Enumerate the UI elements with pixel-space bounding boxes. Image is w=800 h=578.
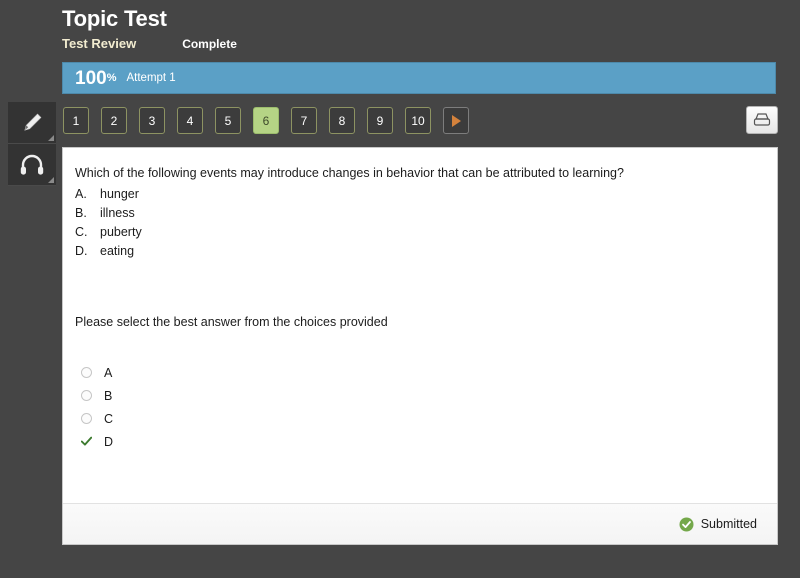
answer-row-d[interactable]: D	[81, 430, 765, 453]
score-percent: 100%	[75, 68, 116, 89]
question-button-4[interactable]: 4	[177, 107, 203, 134]
choice-c-label: C.	[75, 225, 88, 239]
headphones-icon	[20, 154, 44, 175]
radio-c[interactable]	[81, 413, 92, 424]
question-card: Which of the following events may introd…	[62, 147, 778, 545]
choice-a-label: A.	[75, 187, 87, 201]
question-button-10[interactable]: 10	[405, 107, 431, 134]
answer-row-b[interactable]: B	[81, 384, 765, 407]
radio-b[interactable]	[81, 390, 92, 401]
choice-a: A. hunger	[75, 185, 765, 204]
audio-tool[interactable]	[8, 144, 56, 186]
answer-row-c[interactable]: C	[81, 407, 765, 430]
question-stem: Which of the following events may introd…	[75, 166, 624, 180]
next-question-button[interactable]	[443, 107, 469, 134]
radio-a[interactable]	[81, 367, 92, 378]
submitted-label: Submitted	[700, 517, 757, 531]
question-button-7[interactable]: 7	[291, 107, 317, 134]
next-arrow-icon	[451, 114, 461, 127]
corner-indicator	[48, 177, 54, 183]
checkmark-icon	[81, 436, 92, 446]
completion-status: Complete	[182, 37, 237, 51]
question-button-3[interactable]: 3	[139, 107, 165, 134]
tool-rail	[8, 102, 56, 186]
answer-label-d: D	[104, 434, 114, 449]
pencil-icon	[24, 113, 42, 131]
choice-b: B. illness	[75, 204, 765, 223]
choice-d-label: D.	[75, 244, 88, 258]
choice-c-text: puberty	[100, 225, 142, 239]
highlighter-tool[interactable]	[8, 102, 56, 144]
header-subrow: Test Review Complete	[62, 36, 778, 52]
question-button-8[interactable]: 8	[329, 107, 355, 134]
page-title: Topic Test	[62, 6, 167, 31]
score-bar: 100% Attempt 1	[62, 62, 776, 94]
question-body: Which of the following events may introd…	[63, 148, 777, 503]
page-header: Topic Test Test Review Complete	[62, 6, 778, 52]
percent-symbol: %	[106, 71, 117, 84]
answer-label-b: B	[104, 388, 113, 403]
answer-label-c: C	[104, 411, 114, 426]
submitted-status: Submitted	[679, 517, 757, 532]
question-navigation: 1 2 3 4 5 6 7 8 9 10	[63, 107, 469, 134]
attempt-label: Attempt 1	[126, 72, 176, 84]
print-button[interactable]	[746, 106, 778, 134]
answer-row-a[interactable]: A	[81, 361, 765, 384]
question-button-1[interactable]: 1	[63, 107, 89, 134]
print-icon	[753, 113, 771, 126]
corner-indicator	[48, 135, 54, 141]
question-button-9[interactable]: 9	[367, 107, 393, 134]
choice-a-text: hunger	[100, 187, 139, 201]
question-button-5[interactable]: 5	[215, 107, 241, 134]
choice-d: D. eating	[75, 242, 765, 261]
answer-prompt: Please select the best answer from the c…	[75, 315, 388, 329]
answer-label-a: A	[104, 365, 113, 380]
question-button-6[interactable]: 6	[253, 107, 279, 134]
choice-b-label: B.	[75, 206, 87, 220]
score-value: 100	[75, 67, 107, 89]
test-review-page: Topic Test Test Review Complete 100% Att…	[0, 0, 800, 578]
choice-b-text: illness	[100, 206, 135, 220]
choice-d-text: eating	[100, 244, 135, 258]
submitted-check-icon	[679, 517, 694, 531]
question-button-2[interactable]: 2	[101, 107, 127, 134]
card-footer: Submitted	[63, 503, 777, 544]
page-subtitle: Test Review	[62, 36, 137, 51]
answer-options: A B C D	[81, 361, 765, 453]
choice-c: C. puberty	[75, 223, 765, 242]
